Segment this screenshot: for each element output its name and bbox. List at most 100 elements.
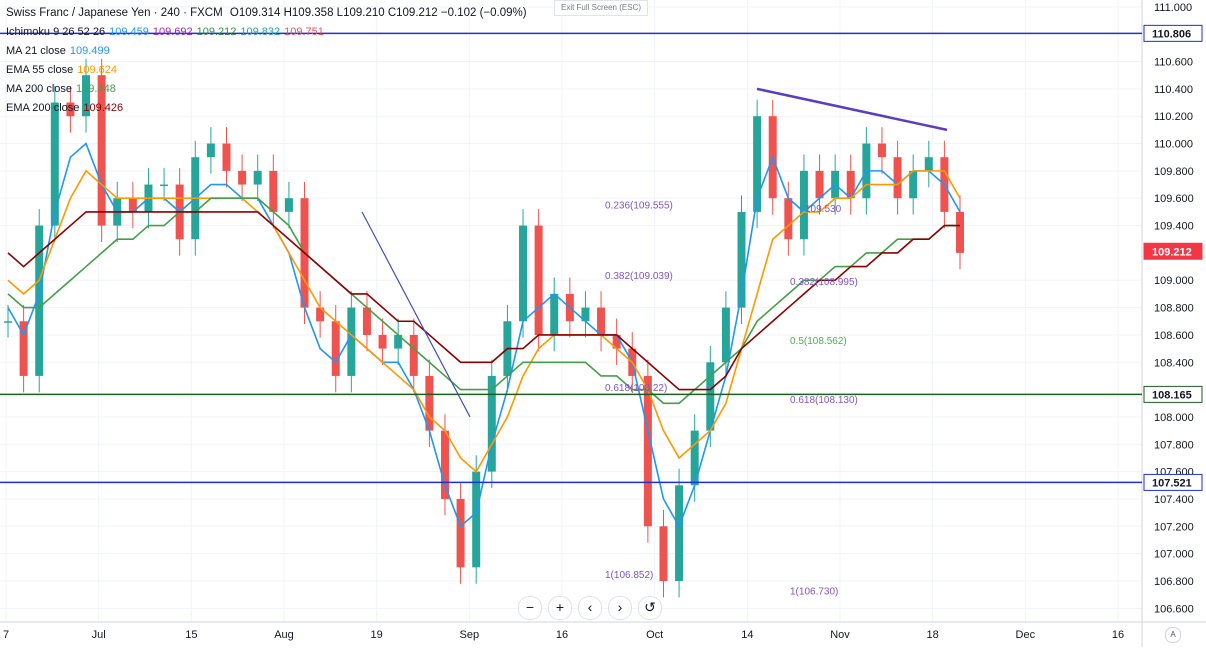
price-tag-label: 108.165 xyxy=(1152,389,1192,401)
candle-body xyxy=(160,184,169,187)
price-tag-label: 110.806 xyxy=(1152,28,1191,40)
exit-fullscreen-button[interactable]: Exit Full Screen (ESC) xyxy=(554,0,648,16)
fib-level-label: 0.618(108.22) xyxy=(605,383,667,394)
fib-level-label: 0.382(108.995) xyxy=(790,277,858,288)
candle-body xyxy=(721,307,730,363)
legend-value: 109.832 xyxy=(240,26,281,38)
y-tick-label: 110.200 xyxy=(1154,111,1193,123)
candle-body xyxy=(659,526,668,581)
candle-body xyxy=(284,198,293,212)
candle-body xyxy=(50,102,59,226)
candle-body xyxy=(378,334,387,349)
legend-value: 109.426 xyxy=(83,102,124,114)
x-tick-label: Nov xyxy=(830,629,850,641)
zoom-out-button[interactable]: − xyxy=(518,596,542,620)
x-tick-label: 15 xyxy=(185,629,197,641)
legend-value: 109.624 xyxy=(77,64,118,76)
candle-body xyxy=(253,170,262,185)
legend-row[interactable]: MA 200 close 109.448 xyxy=(6,80,527,99)
fib-level-label: 0.5(108.562) xyxy=(790,336,847,347)
y-tick-label: 108.000 xyxy=(1154,412,1194,424)
legend-row[interactable]: Ichimoku 9 26 52 26 109.459 109.692 109.212… xyxy=(6,23,527,42)
x-tick-label: Oct xyxy=(646,629,663,641)
fib-level-label: 109.530 xyxy=(805,204,842,215)
y-tick-label: 110.600 xyxy=(1154,57,1193,69)
legend-value: 109.751 xyxy=(284,26,324,38)
legend-label: EMA 200 close xyxy=(6,102,80,114)
scroll-left-button[interactable]: ‹ xyxy=(578,596,602,620)
y-tick-label: 108.400 xyxy=(1154,357,1194,369)
candle-body xyxy=(956,211,964,253)
x-tick-label: Aug xyxy=(274,629,294,641)
x-tick-label: 18 xyxy=(927,629,939,641)
legend-symbol-row: Swiss Franc / Japanese Yen · 240 · FXCM … xyxy=(6,4,527,23)
candle-body xyxy=(784,198,793,240)
candle-body xyxy=(347,307,356,376)
y-tick-label: 107.800 xyxy=(1154,439,1194,451)
chart-toolbar: − + ‹ › ↺ xyxy=(518,596,662,620)
y-tick-label: 110.000 xyxy=(1154,139,1193,151)
legend-row[interactable]: EMA 55 close 109.624 xyxy=(6,61,527,80)
legend-value: 109.692 xyxy=(152,26,193,38)
candle-body xyxy=(206,143,215,158)
legend-value: 109.212 xyxy=(196,26,237,38)
chart-legend: Swiss Franc / Japanese Yen · 240 · FXCM … xyxy=(6,4,527,118)
auto-scale-button[interactable]: A xyxy=(1165,627,1181,643)
candle-body xyxy=(815,170,824,199)
candle-body xyxy=(238,170,247,185)
x-tick-label: 19 xyxy=(371,629,383,641)
candle-body xyxy=(909,170,918,199)
x-tick-label: 7 xyxy=(3,629,9,641)
y-tick-label: 109.000 xyxy=(1154,275,1194,287)
candle-body xyxy=(331,321,340,376)
price-tag-label: 109.212 xyxy=(1152,246,1192,258)
x-tick-label: 16 xyxy=(556,629,568,641)
y-tick-label: 106.600 xyxy=(1154,603,1194,615)
symbol-line: Swiss Franc / Japanese Yen · 240 · FXCM xyxy=(6,7,223,19)
candle-body xyxy=(924,157,933,171)
y-tick-label: 109.400 xyxy=(1154,221,1194,233)
candle-body xyxy=(675,485,684,581)
fib-level-label: 0.618(108.130) xyxy=(790,395,858,406)
candle-body xyxy=(4,321,12,323)
candle-body xyxy=(877,143,886,158)
legend-value: 109.448 xyxy=(76,83,116,95)
fib-level-label: 1(106.852) xyxy=(605,570,653,581)
y-tick-label: 110.400 xyxy=(1154,84,1193,96)
series-line xyxy=(7,197,960,405)
legend-row[interactable]: EMA 200 close 109.426 xyxy=(6,99,527,118)
scroll-right-button[interactable]: › xyxy=(608,596,632,620)
trend-line xyxy=(361,211,471,418)
candle-body xyxy=(550,293,559,335)
x-tick-label: Sep xyxy=(460,629,480,641)
legend-label: MA 21 close xyxy=(6,45,66,57)
ohlc-values: O109.314 H109.358 L109.210 C109.212 −0.1… xyxy=(229,7,527,19)
legend-value: 109.499 xyxy=(69,45,110,57)
fib-level-label: 0.236(109.555) xyxy=(605,200,673,211)
candle-body xyxy=(456,498,465,568)
y-tick-label: 107.200 xyxy=(1154,521,1194,533)
candle-body xyxy=(534,225,543,335)
y-tick-label: 108.800 xyxy=(1154,303,1194,315)
y-tick-label: 106.800 xyxy=(1154,576,1194,588)
candle-body xyxy=(472,471,481,568)
x-tick-label: Jul xyxy=(92,629,106,641)
y-tick-label: 111.000 xyxy=(1154,2,1192,14)
legend-label: MA 200 close xyxy=(6,83,73,95)
series-line xyxy=(7,169,961,473)
y-tick-label: 107.000 xyxy=(1154,549,1194,561)
x-tick-label: 16 xyxy=(1112,629,1124,641)
price-tag-label: 107.521 xyxy=(1152,477,1192,489)
y-tick-label: 108.600 xyxy=(1154,330,1194,342)
fib-level-label: 0.382(109.039) xyxy=(605,271,673,282)
legend-row[interactable]: MA 21 close 109.499 xyxy=(6,42,527,61)
legend-label: Ichimoku 9 26 52 26 xyxy=(6,26,106,38)
x-tick-label: 14 xyxy=(741,629,753,641)
candle-body xyxy=(409,334,418,376)
candle-body xyxy=(440,430,449,499)
zoom-in-button[interactable]: + xyxy=(548,596,572,620)
y-tick-label: 109.600 xyxy=(1154,193,1194,205)
reset-chart-button[interactable]: ↺ xyxy=(638,596,662,620)
candle-body xyxy=(362,307,371,335)
candle-body xyxy=(519,225,528,322)
